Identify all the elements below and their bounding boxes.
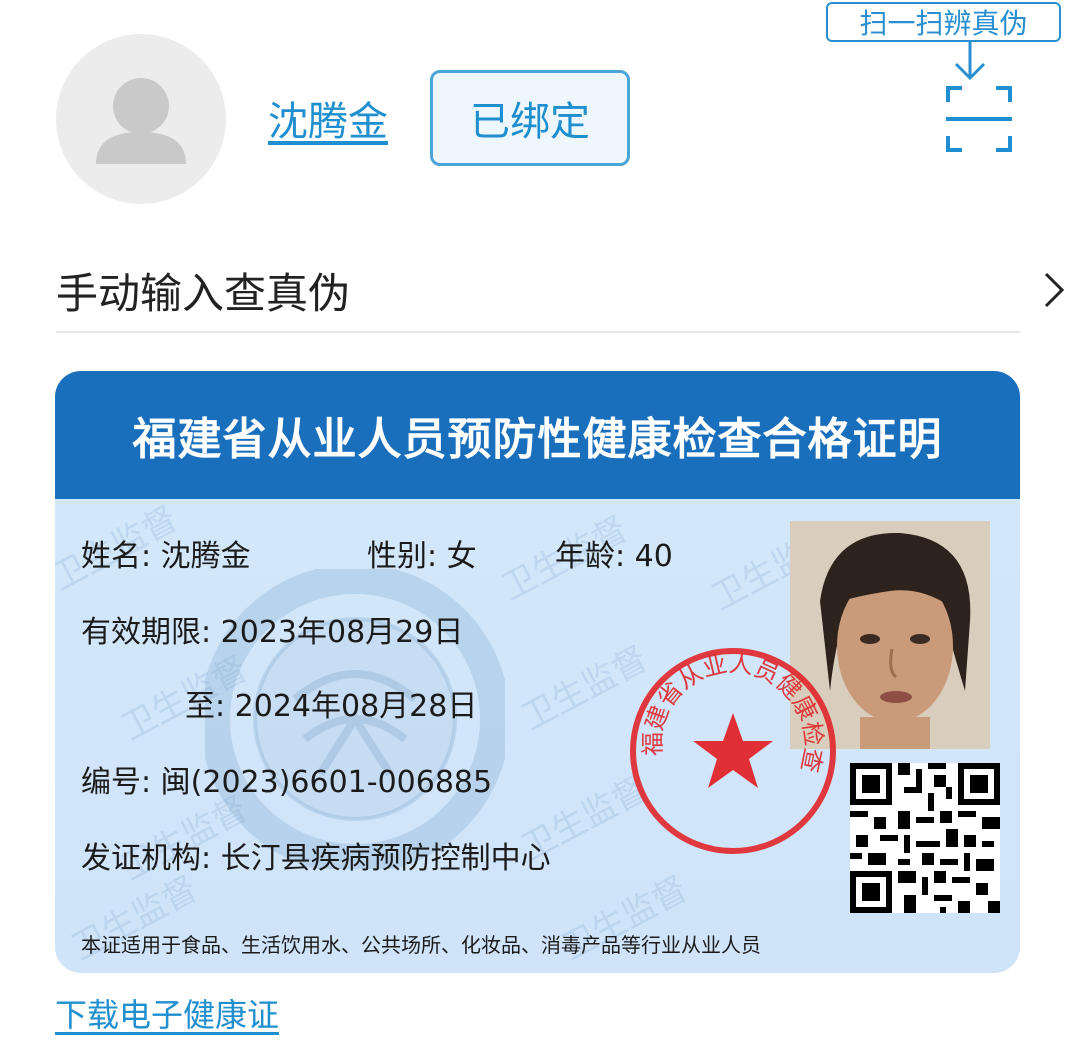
age-value: 40 bbox=[634, 539, 673, 574]
gender-value: 女 bbox=[446, 539, 477, 574]
name-value: 沈腾金 bbox=[160, 539, 251, 574]
qr-code[interactable] bbox=[850, 763, 1000, 913]
valid-to-field: 至: 2024年08月28日 bbox=[185, 681, 477, 725]
number-label: 编号: bbox=[81, 765, 152, 800]
avatar[interactable] bbox=[56, 34, 226, 204]
gender-label: 性别: bbox=[367, 539, 438, 574]
valid-from-value: 2023年08月29日 bbox=[220, 615, 464, 650]
number-value: 闽(2023)6601-006885 bbox=[160, 765, 493, 800]
arrow-down-icon bbox=[954, 42, 986, 81]
card-footer-note: 本证适用于食品、生活饮用水、公共场所、化妆品、消毒产品等行业从业人员 bbox=[81, 933, 761, 957]
valid-label: 有效期限: bbox=[81, 615, 212, 650]
issuer-field: 发证机构: 长汀县疾病预防控制中心 bbox=[81, 833, 551, 877]
chevron-right-icon bbox=[1044, 272, 1065, 308]
scan-hint-label: 扫一扫辨真伪 bbox=[826, 2, 1061, 42]
divider bbox=[56, 331, 1020, 333]
download-certificate-link[interactable]: 下载电子健康证 bbox=[55, 990, 279, 1036]
age-field: 年龄: 40 bbox=[555, 531, 673, 575]
valid-to-label: 至: bbox=[185, 689, 226, 724]
gender-field: 性别: 女 bbox=[367, 531, 477, 575]
name-label: 姓名: bbox=[81, 539, 152, 574]
valid-from-field: 有效期限: 2023年08月29日 bbox=[81, 607, 463, 651]
age-label: 年龄: bbox=[555, 539, 626, 574]
official-seal-stamp: 福建省从业人员健康检查专用章 bbox=[623, 641, 836, 854]
person-placeholder-icon bbox=[96, 78, 186, 164]
issuer-value: 长汀县疾病预防控制中心 bbox=[220, 841, 551, 876]
user-name[interactable]: 沈腾金 bbox=[268, 92, 388, 152]
scan-frame-icon[interactable] bbox=[944, 84, 1014, 154]
bound-status-button[interactable]: 已绑定 bbox=[430, 70, 630, 166]
issuer-label: 发证机构: bbox=[81, 841, 212, 876]
card-title: 福建省从业人员预防性健康检查合格证明 bbox=[55, 371, 1020, 499]
valid-to-value: 2024年08月28日 bbox=[234, 689, 478, 724]
name-field: 姓名: 沈腾金 bbox=[81, 531, 251, 575]
health-certificate-card[interactable]: 福建省从业人员预防性健康检查合格证明 卫生监督 卫生监督 卫生监督 卫生监督 卫… bbox=[55, 371, 1020, 973]
manual-verify-label: 手动输入查真伪 bbox=[56, 269, 351, 318]
manual-verify-row[interactable]: 手动输入查真伪 bbox=[56, 250, 1066, 334]
number-field: 编号: 闽(2023)6601-006885 bbox=[81, 757, 492, 801]
